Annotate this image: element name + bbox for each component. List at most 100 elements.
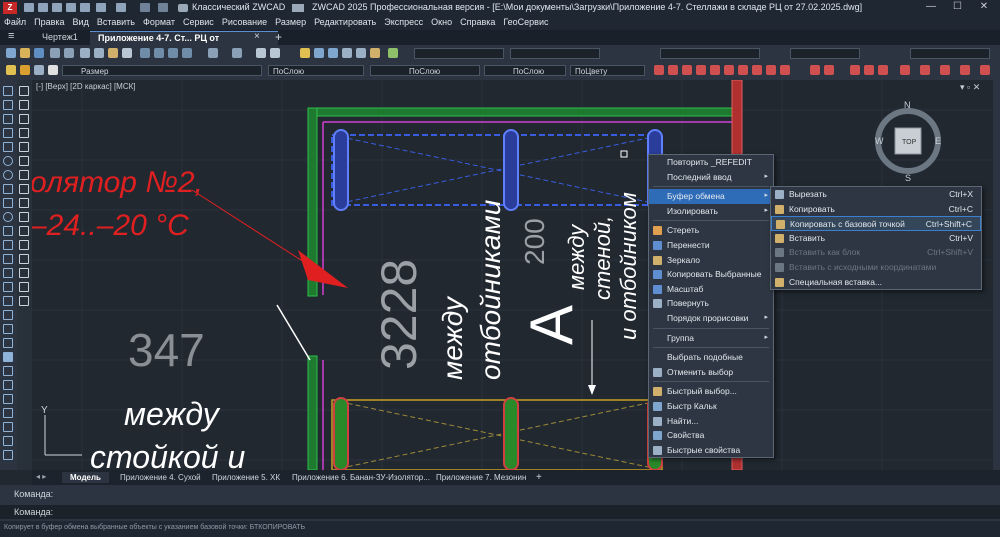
lineweight-dropdown[interactable]: ПоСлою — [484, 65, 566, 76]
region-icon[interactable] — [3, 310, 13, 320]
menu-insert[interactable]: Вставить — [93, 16, 139, 28]
print-icon[interactable] — [80, 3, 90, 12]
ellipse-arc-icon[interactable] — [3, 226, 13, 236]
context-menu-item[interactable]: Копировать Выбранные — [649, 267, 773, 282]
context-menu-item[interactable]: Быстрый выбор... — [649, 384, 773, 399]
dim-break-icon[interactable] — [940, 65, 950, 75]
break-obj-icon[interactable] — [19, 240, 29, 250]
hamburger-menu-icon[interactable]: ≡ — [8, 30, 14, 42]
context-menu-item[interactable]: Повернуть — [649, 296, 773, 311]
dim-radius-icon[interactable] — [710, 65, 720, 75]
xline-icon[interactable] — [3, 114, 13, 124]
table-icon[interactable] — [3, 324, 13, 334]
close-button[interactable]: ✕ — [972, 1, 996, 12]
context-menu-item[interactable]: Зеркало — [649, 253, 773, 268]
jog-line-icon[interactable] — [960, 65, 970, 75]
context-menu-item[interactable]: Отменить выбор — [649, 365, 773, 380]
context-menu-item[interactable]: Масштаб — [649, 282, 773, 297]
context-menu-item[interactable]: Быстр Кальк — [649, 399, 773, 414]
context-menu-item[interactable]: Перенести — [649, 238, 773, 253]
layout-tab-model[interactable]: Модель — [62, 472, 109, 483]
dim-arc-icon[interactable] — [682, 65, 692, 75]
zwcad-logo-icon[interactable]: Z — [3, 2, 17, 14]
dim-text-edit-icon[interactable] — [864, 65, 874, 75]
undo-icon[interactable] — [96, 3, 106, 12]
context-menu-item[interactable]: Быстрые свойства — [649, 443, 773, 458]
layer-color-icon[interactable] — [48, 65, 58, 75]
viewport-window-controls[interactable]: ▾ ▫ ✕ — [960, 82, 980, 93]
viewport-controls-label[interactable]: [-] [Верх] [2D каркас] [МСК] — [36, 82, 136, 91]
workspace-selector[interactable]: Классический ZWCAD — [192, 2, 285, 12]
dim-linear-icon[interactable] — [654, 65, 664, 75]
save-as-icon[interactable] — [66, 3, 76, 12]
maximize-button[interactable]: ☐ — [945, 1, 969, 12]
menu-modify[interactable]: Редактировать — [310, 16, 380, 28]
preview-icon[interactable] — [64, 48, 74, 58]
arc-icon[interactable] — [3, 156, 13, 166]
dim-leader-icon[interactable] — [780, 65, 790, 75]
ellipse-icon[interactable] — [3, 212, 13, 222]
copy-obj-icon[interactable] — [19, 100, 29, 110]
context-menu-item[interactable]: Буфер обмена ▸ — [649, 189, 773, 204]
match-properties-icon[interactable] — [122, 48, 132, 58]
calculator-icon[interactable] — [370, 48, 380, 58]
help-tool-icon[interactable] — [388, 48, 398, 58]
plotstyle-dropdown[interactable]: ПоЦвету — [570, 65, 645, 76]
tablestyle-dropdown[interactable] — [790, 48, 860, 59]
layout-tab-appendix6[interactable]: Приложение 6. Банан-ЗУ-Изолятор... — [284, 472, 438, 483]
menu-tools[interactable]: Сервис — [179, 16, 218, 28]
dim-angular-icon[interactable] — [738, 65, 748, 75]
context-menu-item[interactable]: Свойства — [649, 428, 773, 443]
layout-tab-appendix4[interactable]: Приложение 4. Сухой — [112, 472, 209, 483]
context-menu-item[interactable]: Выбрать подобные — [649, 350, 773, 365]
dim-continue-icon[interactable] — [766, 65, 776, 75]
redo-tool-icon[interactable] — [232, 48, 242, 58]
tolerance-icon[interactable] — [810, 65, 820, 75]
named-view-dropdown[interactable] — [414, 48, 504, 59]
array-obj-icon[interactable] — [19, 142, 29, 152]
workspace-gear-icon[interactable] — [178, 4, 188, 12]
context-menu-item[interactable]: Изолировать ▸ — [649, 204, 773, 219]
trim-obj-icon[interactable] — [19, 212, 29, 222]
pan-hand-icon[interactable] — [256, 48, 266, 58]
properties-panel-icon[interactable] — [300, 48, 310, 58]
layout-tab-add[interactable]: + — [528, 472, 550, 483]
copy-tool-icon[interactable] — [94, 48, 104, 58]
center-mark-icon[interactable] — [824, 65, 834, 75]
color-dropdown[interactable]: ПоСлою — [268, 65, 364, 76]
redo-icon[interactable] — [116, 3, 126, 12]
context-menu-item[interactable]: Последний ввод ▸ — [649, 170, 773, 185]
polygon-icon[interactable] — [3, 128, 13, 138]
dim-edit-icon[interactable] — [850, 65, 860, 75]
zoom-glass-icon[interactable] — [270, 48, 280, 58]
layout-tab-appendix5[interactable]: Приложение 5. ХК — [204, 472, 288, 483]
dim-diameter-icon[interactable] — [724, 65, 734, 75]
mtext-icon[interactable] — [3, 338, 13, 348]
sun-icon[interactable] — [20, 65, 30, 75]
minimize-button[interactable]: — — [919, 1, 943, 12]
menu-draw[interactable]: Рисование — [218, 16, 271, 28]
move-obj-icon[interactable] — [19, 156, 29, 166]
add-selected-icon[interactable] — [3, 352, 13, 362]
join-obj-icon[interactable] — [19, 254, 29, 264]
ray-icon[interactable] — [3, 100, 13, 110]
menu-format[interactable]: Формат — [139, 16, 179, 28]
ucs-dropdown[interactable] — [510, 48, 600, 59]
open-file-icon[interactable] — [20, 48, 30, 58]
workspace-dropdown-icon[interactable] — [292, 4, 304, 12]
erase-tool-icon[interactable] — [3, 366, 13, 376]
clipboard-menu-item[interactable]: Копировать Ctrl+C — [771, 202, 981, 217]
tab-drawing1[interactable]: Чертеж1 — [34, 31, 86, 44]
mirror-obj-icon[interactable] — [19, 114, 29, 124]
save-icon[interactable] — [52, 3, 62, 12]
markup-icon[interactable] — [356, 48, 366, 58]
dim-ordinate-icon[interactable] — [696, 65, 706, 75]
spline-icon[interactable] — [3, 198, 13, 208]
gradient-icon[interactable] — [3, 296, 13, 306]
pan-icon[interactable] — [140, 48, 150, 58]
tool-palettes-icon[interactable] — [328, 48, 338, 58]
new-tab-button[interactable]: + — [275, 30, 282, 44]
zoom-previous-icon[interactable] — [182, 48, 192, 58]
point-icon[interactable] — [3, 268, 13, 278]
command-input-field[interactable] — [0, 505, 1000, 519]
